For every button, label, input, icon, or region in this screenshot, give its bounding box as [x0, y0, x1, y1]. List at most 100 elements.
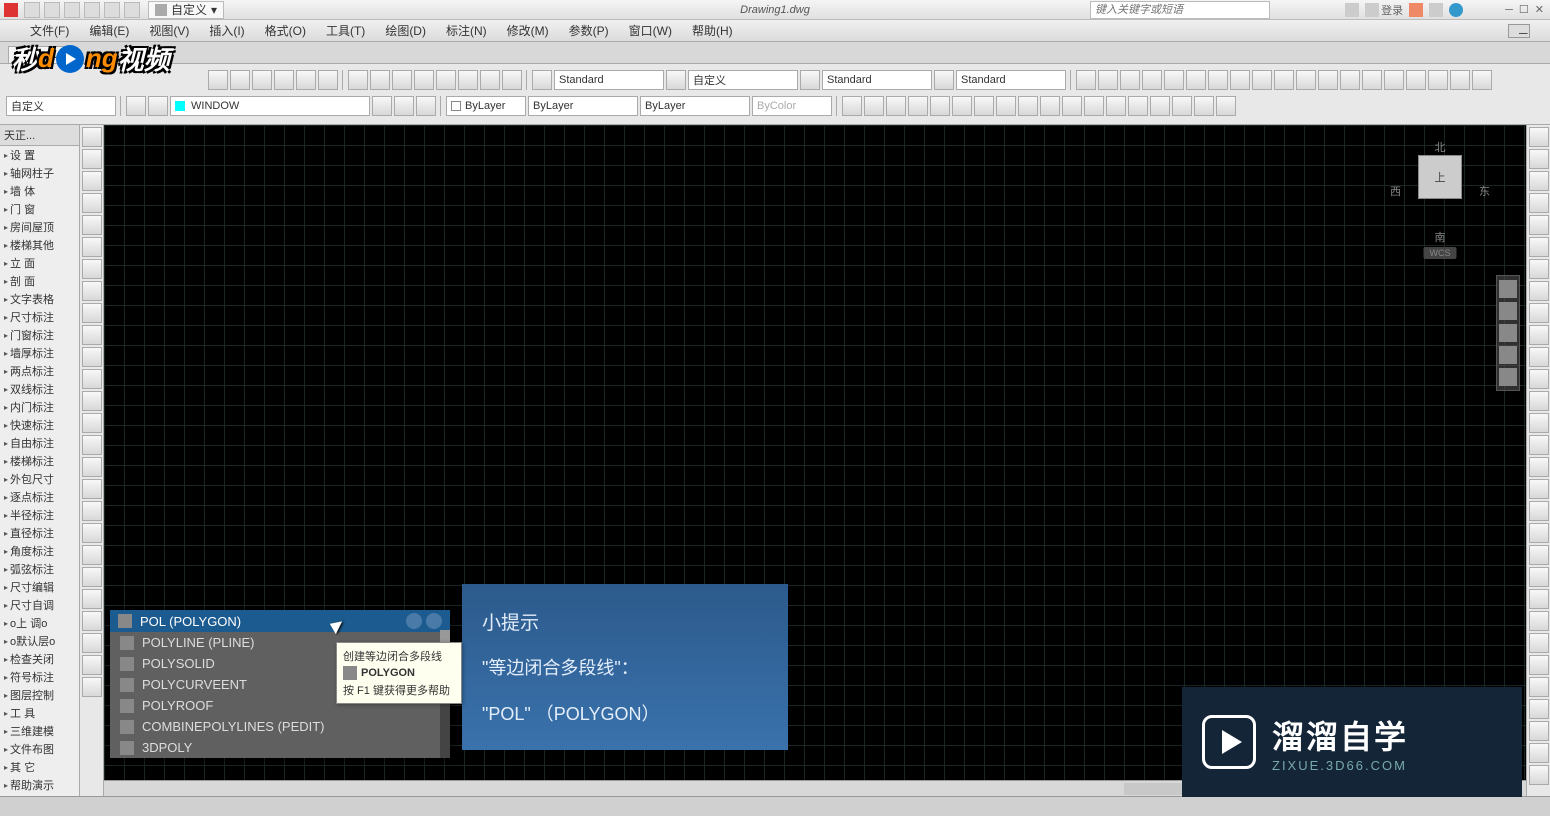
- draw-polygon-icon[interactable]: [82, 237, 102, 257]
- tool-icon[interactable]: [1216, 96, 1236, 116]
- modify-icon[interactable]: [1529, 633, 1549, 653]
- modify-offset-icon[interactable]: [1529, 193, 1549, 213]
- left-panel-item[interactable]: ▸双线标注: [0, 380, 79, 398]
- tool-icon[interactable]: [1186, 70, 1206, 90]
- modify-icon[interactable]: [1529, 721, 1549, 741]
- cloud-icon[interactable]: [1429, 3, 1443, 17]
- draw-circle-icon[interactable]: [82, 171, 102, 191]
- left-panel-item[interactable]: ▸角度标注: [0, 542, 79, 560]
- modify-icon[interactable]: [1529, 567, 1549, 587]
- draw-point-icon[interactable]: [82, 325, 102, 345]
- exchange-icon[interactable]: [1409, 3, 1423, 17]
- tool-icon[interactable]: [1252, 70, 1272, 90]
- modify-copy-icon[interactable]: [1529, 149, 1549, 169]
- close-button[interactable]: ✕: [1535, 3, 1544, 16]
- menu-file[interactable]: 文件(F): [20, 20, 79, 41]
- qat-open-icon[interactable]: [44, 2, 60, 18]
- layer-state-icon[interactable]: [148, 96, 168, 116]
- modify-icon[interactable]: [1529, 479, 1549, 499]
- tool-icon[interactable]: [208, 70, 228, 90]
- draw-icon[interactable]: [82, 545, 102, 565]
- help-icon[interactable]: [406, 613, 422, 629]
- menu-tools[interactable]: 工具(T): [316, 20, 375, 41]
- modify-scale-icon[interactable]: [1529, 281, 1549, 301]
- left-panel-item[interactable]: ▸两点标注: [0, 362, 79, 380]
- draw-spline-icon[interactable]: [82, 281, 102, 301]
- tool-icon[interactable]: [370, 70, 390, 90]
- tool-icon[interactable]: [1164, 70, 1184, 90]
- draw-more-icon[interactable]: [82, 479, 102, 499]
- tool-icon[interactable]: [1208, 70, 1228, 90]
- workspace-select[interactable]: 自定义: [6, 96, 116, 116]
- tool-icon[interactable]: [800, 70, 820, 90]
- tool-icon[interactable]: [394, 96, 414, 116]
- draw-table-icon[interactable]: [82, 391, 102, 411]
- left-panel-item[interactable]: ▸快速标注: [0, 416, 79, 434]
- search-input[interactable]: [1090, 1, 1270, 19]
- modify-icon[interactable]: [1529, 545, 1549, 565]
- doc-minimize-button[interactable]: ─: [1508, 24, 1530, 38]
- plot-style-select[interactable]: ByColor: [752, 96, 832, 116]
- tool-icon[interactable]: [372, 96, 392, 116]
- modify-icon[interactable]: [1529, 677, 1549, 697]
- modify-explode-icon[interactable]: [1529, 457, 1549, 477]
- draw-icon[interactable]: [82, 655, 102, 675]
- tool-icon[interactable]: [1428, 70, 1448, 90]
- draw-icon[interactable]: [82, 567, 102, 587]
- modify-fillet-icon[interactable]: [1529, 435, 1549, 455]
- layer-icon[interactable]: [126, 96, 146, 116]
- tool-icon[interactable]: [1340, 70, 1360, 90]
- left-panel-item[interactable]: ▸半径标注: [0, 506, 79, 524]
- tool-icon[interactable]: [1362, 70, 1382, 90]
- app-icon[interactable]: [4, 3, 18, 17]
- style-select-4[interactable]: Standard: [956, 70, 1066, 90]
- autocomplete-item[interactable]: 3DPOLY: [110, 737, 450, 758]
- modify-icon[interactable]: [1529, 501, 1549, 521]
- tool-icon[interactable]: [1406, 70, 1426, 90]
- left-panel-item[interactable]: ▸尺寸自调: [0, 596, 79, 614]
- tool-icon[interactable]: [274, 70, 294, 90]
- tool-icon[interactable]: [416, 96, 436, 116]
- modify-icon[interactable]: [1529, 655, 1549, 675]
- tool-icon[interactable]: [1142, 70, 1162, 90]
- tool-icon[interactable]: [1040, 96, 1060, 116]
- modify-extend-icon[interactable]: [1529, 347, 1549, 367]
- tool-icon[interactable]: [864, 96, 884, 116]
- menu-help[interactable]: 帮助(H): [682, 20, 743, 41]
- globe-icon[interactable]: [426, 613, 442, 629]
- left-panel-item[interactable]: ▸剖 面: [0, 272, 79, 290]
- style-select-3[interactable]: Standard: [822, 70, 932, 90]
- left-panel-item[interactable]: ▸轴网柱子: [0, 164, 79, 182]
- left-panel-item[interactable]: ▸符号标注: [0, 668, 79, 686]
- maximize-button[interactable]: ☐: [1519, 3, 1529, 16]
- tool-icon[interactable]: [414, 70, 434, 90]
- tool-icon[interactable]: [1084, 96, 1104, 116]
- qat-save-icon[interactable]: [64, 2, 80, 18]
- left-panel-item[interactable]: ▸房间屋顶: [0, 218, 79, 236]
- compass-south[interactable]: 南: [1435, 229, 1446, 245]
- tool-icon[interactable]: [952, 96, 972, 116]
- tool-icon[interactable]: [392, 70, 412, 90]
- tool-icon[interactable]: [666, 70, 686, 90]
- menu-modify[interactable]: 修改(M): [497, 20, 559, 41]
- tool-icon[interactable]: [886, 96, 906, 116]
- menu-window[interactable]: 窗口(W): [619, 20, 682, 41]
- modify-icon[interactable]: [1529, 589, 1549, 609]
- draw-icon[interactable]: [82, 523, 102, 543]
- draw-icon[interactable]: [82, 501, 102, 521]
- nav-showmotion-icon[interactable]: [1499, 368, 1517, 386]
- qat-undo-icon[interactable]: [84, 2, 100, 18]
- qat-redo-icon[interactable]: [104, 2, 120, 18]
- left-panel-item[interactable]: ▸楼梯标注: [0, 452, 79, 470]
- style-select-1[interactable]: Standard: [554, 70, 664, 90]
- tool-icon[interactable]: [1230, 70, 1250, 90]
- tool-icon[interactable]: [934, 70, 954, 90]
- tool-icon[interactable]: [1128, 96, 1148, 116]
- tool-icon[interactable]: [1274, 70, 1294, 90]
- tool-icon[interactable]: [1098, 70, 1118, 90]
- draw-icon[interactable]: [82, 677, 102, 697]
- modify-icon[interactable]: [1529, 765, 1549, 785]
- modify-icon[interactable]: [1529, 611, 1549, 631]
- tool-icon[interactable]: [974, 96, 994, 116]
- modify-move-icon[interactable]: [1529, 237, 1549, 257]
